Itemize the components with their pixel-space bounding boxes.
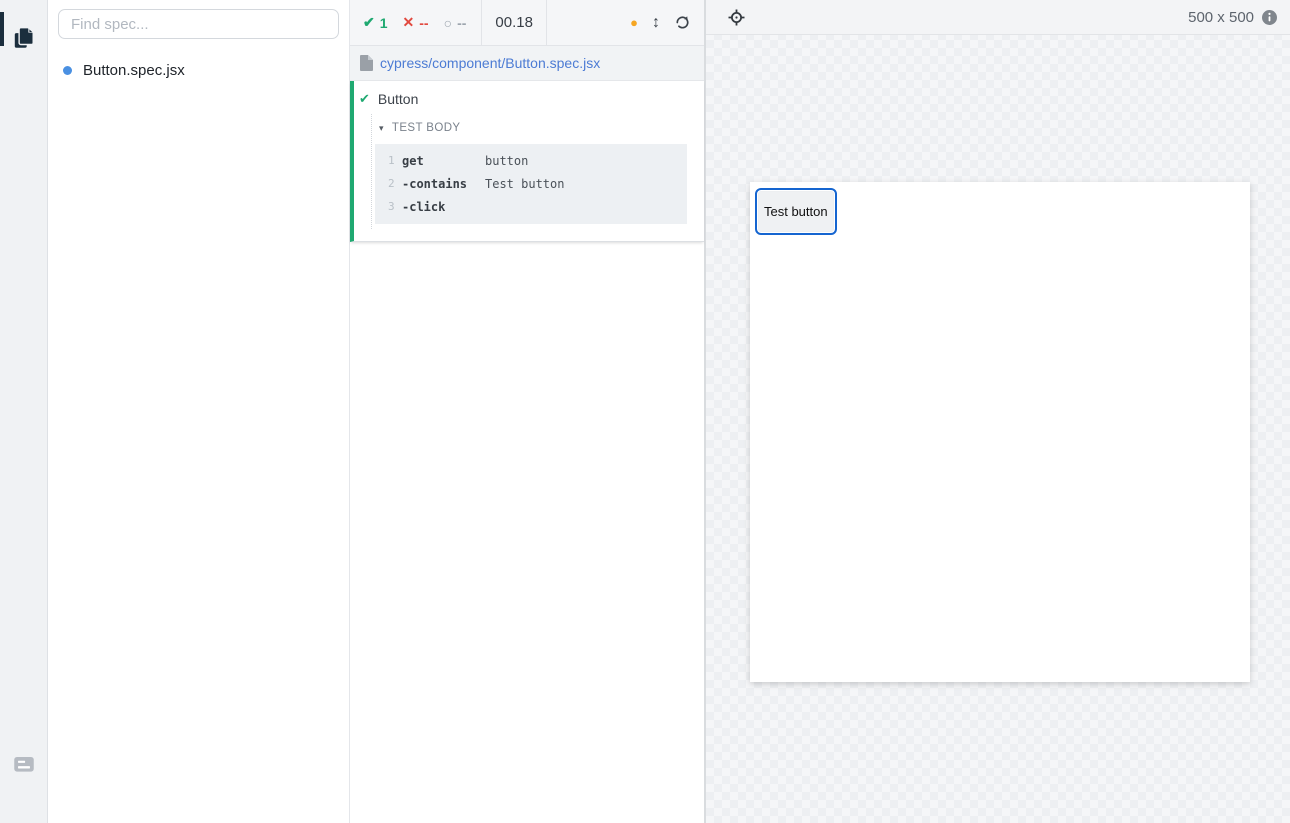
stat-failed: ✕ --	[403, 14, 429, 31]
command-row[interactable]: 1 get button	[375, 149, 687, 172]
pending-count: --	[457, 15, 466, 31]
command-number: 3	[375, 200, 402, 213]
command-message: Test button	[485, 177, 687, 191]
viewport-info: 500 x 500	[1188, 9, 1277, 26]
test-body-section-header[interactable]: ▾ TEST BODY	[379, 122, 704, 134]
stat-pending: ○ --	[444, 15, 467, 31]
command-message: button	[485, 154, 687, 168]
command-log: 1 get button 2 -contains Test button 3 -…	[375, 144, 687, 224]
command-method: -contains	[402, 177, 485, 191]
reporter-controls: ● ↕	[630, 0, 704, 45]
stacked-documents-icon	[11, 25, 37, 51]
reporter-header: ✔ 1 ✕ -- ○ -- 00.18 ● ↕	[350, 0, 704, 46]
spec-list-panel: Button.spec.jsx	[48, 0, 350, 823]
file-icon	[360, 55, 373, 71]
viewport-info-button[interactable]	[1262, 10, 1277, 25]
command-number: 1	[375, 154, 402, 167]
passed-count: 1	[380, 15, 388, 31]
component-stage: Test button	[750, 182, 1250, 682]
command-row[interactable]: 3 -click	[375, 195, 687, 218]
test-passed-check-icon: ✔	[359, 91, 370, 107]
reporter-panel: ✔ 1 ✕ -- ○ -- 00.18 ● ↕	[350, 0, 705, 823]
collapse-triangle-icon: ▾	[379, 123, 384, 134]
auto-scroll-toggle[interactable]: ↕	[652, 14, 660, 32]
refresh-icon	[674, 14, 691, 31]
keyboard-shortcuts-button[interactable]	[10, 750, 38, 778]
info-icon	[1262, 10, 1277, 25]
command-method: -click	[402, 200, 485, 214]
find-spec-input[interactable]	[58, 9, 339, 39]
up-down-arrow-icon: ↕	[652, 14, 660, 32]
keyboard-icon	[11, 751, 37, 777]
test-title-row[interactable]: ✔ Button	[354, 81, 704, 107]
yellow-dot-icon: ●	[630, 15, 638, 30]
fail-x-icon: ✕	[403, 14, 415, 31]
status-dot-toggle[interactable]: ●	[630, 15, 638, 30]
command-method: get	[402, 154, 485, 168]
check-icon: ✔	[363, 14, 375, 31]
aut-test-button[interactable]: Test button	[758, 191, 834, 232]
aut-preview-header: 500 x 500	[706, 0, 1290, 35]
active-spec-dot-icon	[63, 66, 72, 75]
specs-nav-button[interactable]	[10, 24, 38, 52]
selector-playground-button[interactable]	[728, 9, 745, 26]
test-result-block: ✔ Button ▾ TEST BODY 1 get button 2 -con…	[350, 81, 704, 242]
test-body-label: TEST BODY	[392, 122, 461, 134]
app-icon-rail	[0, 0, 48, 823]
failed-count: --	[419, 15, 428, 31]
viewport-size-label: 500 x 500	[1188, 9, 1254, 26]
spec-path-row: cypress/component/Button.spec.jsx	[350, 46, 704, 81]
test-title: Button	[378, 91, 418, 107]
test-stats: ✔ 1 ✕ -- ○ --	[350, 0, 482, 45]
spec-item-label: Button.spec.jsx	[83, 62, 185, 79]
spec-list-item[interactable]: Button.spec.jsx	[48, 57, 349, 83]
aut-preview-panel: 500 x 500 Test button	[705, 0, 1290, 823]
active-nav-indicator	[0, 12, 4, 46]
command-row[interactable]: 2 -contains Test button	[375, 172, 687, 195]
rerun-tests-button[interactable]	[674, 14, 691, 31]
spec-path-link[interactable]: cypress/component/Button.spec.jsx	[380, 55, 600, 71]
run-duration: 00.18	[482, 0, 547, 45]
stat-passed: ✔ 1	[363, 14, 388, 31]
crosshair-target-icon	[728, 9, 745, 26]
pending-circle-icon: ○	[444, 15, 452, 31]
command-number: 2	[375, 177, 402, 190]
